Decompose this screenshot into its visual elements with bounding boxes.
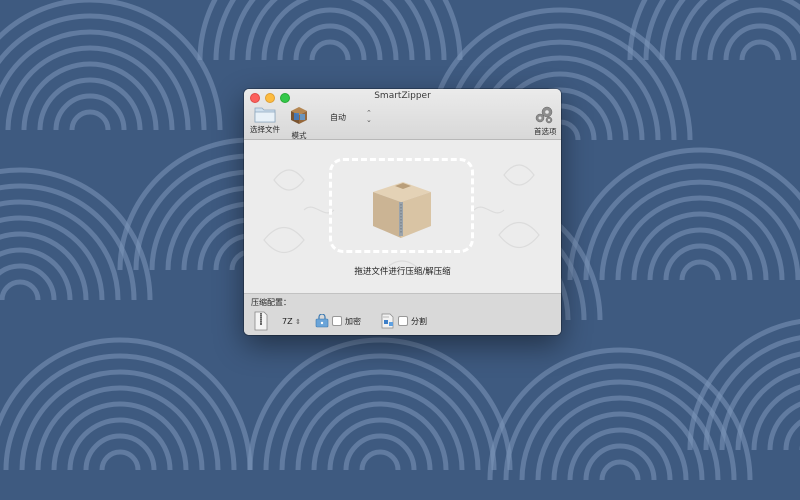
split-icon [381, 313, 394, 329]
wallpaper-arc [783, 419, 800, 451]
smartzipper-window: SmartZipper 选择文件 模式 自动 ⌃ ⌄ 首选项 拖进文件进行压缩/… [244, 89, 561, 335]
folder-icon [254, 107, 276, 123]
encrypt-checkbox[interactable] [332, 316, 342, 326]
wallpaper-arc [615, 195, 785, 281]
format-value: 7Z [282, 316, 293, 326]
wallpaper-arc [599, 459, 641, 481]
wallpaper-arc [295, 385, 465, 471]
titlebar: SmartZipper 选择文件 模式 自动 ⌃ ⌄ 首选项 [244, 89, 561, 140]
preferences-label: 首选项 [534, 127, 557, 136]
wallpaper-arc [5, 45, 175, 131]
choose-file-label: 选择文件 [250, 125, 280, 134]
choose-file-button[interactable]: 选择文件 [250, 105, 280, 135]
preferences-button[interactable]: 首选项 [534, 105, 557, 137]
drop-area[interactable]: 拖进文件进行压缩/解压缩 [244, 140, 561, 293]
drop-hint-text: 拖进文件进行压缩/解压缩 [354, 267, 451, 277]
wallpaper-arc [535, 395, 705, 481]
mode-select[interactable]: 自动 ⌃ ⌄ [330, 110, 372, 124]
lock-icon [315, 314, 329, 328]
wallpaper-arc [359, 449, 401, 471]
settings-title: 压缩配置： [251, 298, 291, 307]
settings-row: 7Z ⇕ 加密 分割 [254, 311, 427, 331]
cardboard-box-icon [373, 182, 431, 238]
wallpaper-arc [99, 449, 141, 471]
wallpaper-arc [35, 385, 205, 471]
chevron-updown-icon: ⇕ [295, 317, 301, 326]
encrypt-label: 加密 [345, 316, 361, 326]
compression-settings: 压缩配置： 7Z ⇕ 加密 分割 [244, 293, 561, 335]
gears-icon [536, 106, 553, 124]
window-title: SmartZipper [374, 91, 431, 101]
wallpaper-arc [739, 39, 781, 61]
split-checkbox[interactable] [398, 316, 408, 326]
wallpaper-arc [69, 109, 111, 131]
mode-button[interactable]: 模式 [289, 105, 309, 141]
split-label: 分割 [411, 316, 427, 326]
format-select[interactable]: 7Z ⇕ [282, 317, 301, 326]
mode-select-value: 自动 [330, 112, 346, 122]
package-icon [291, 107, 307, 124]
wallpaper-arc [0, 279, 41, 301]
zip-file-icon [254, 311, 268, 331]
chevron-updown-icon: ⌃ ⌄ [366, 109, 372, 124]
wallpaper-arc [679, 259, 721, 281]
wallpaper-arc [309, 39, 351, 61]
